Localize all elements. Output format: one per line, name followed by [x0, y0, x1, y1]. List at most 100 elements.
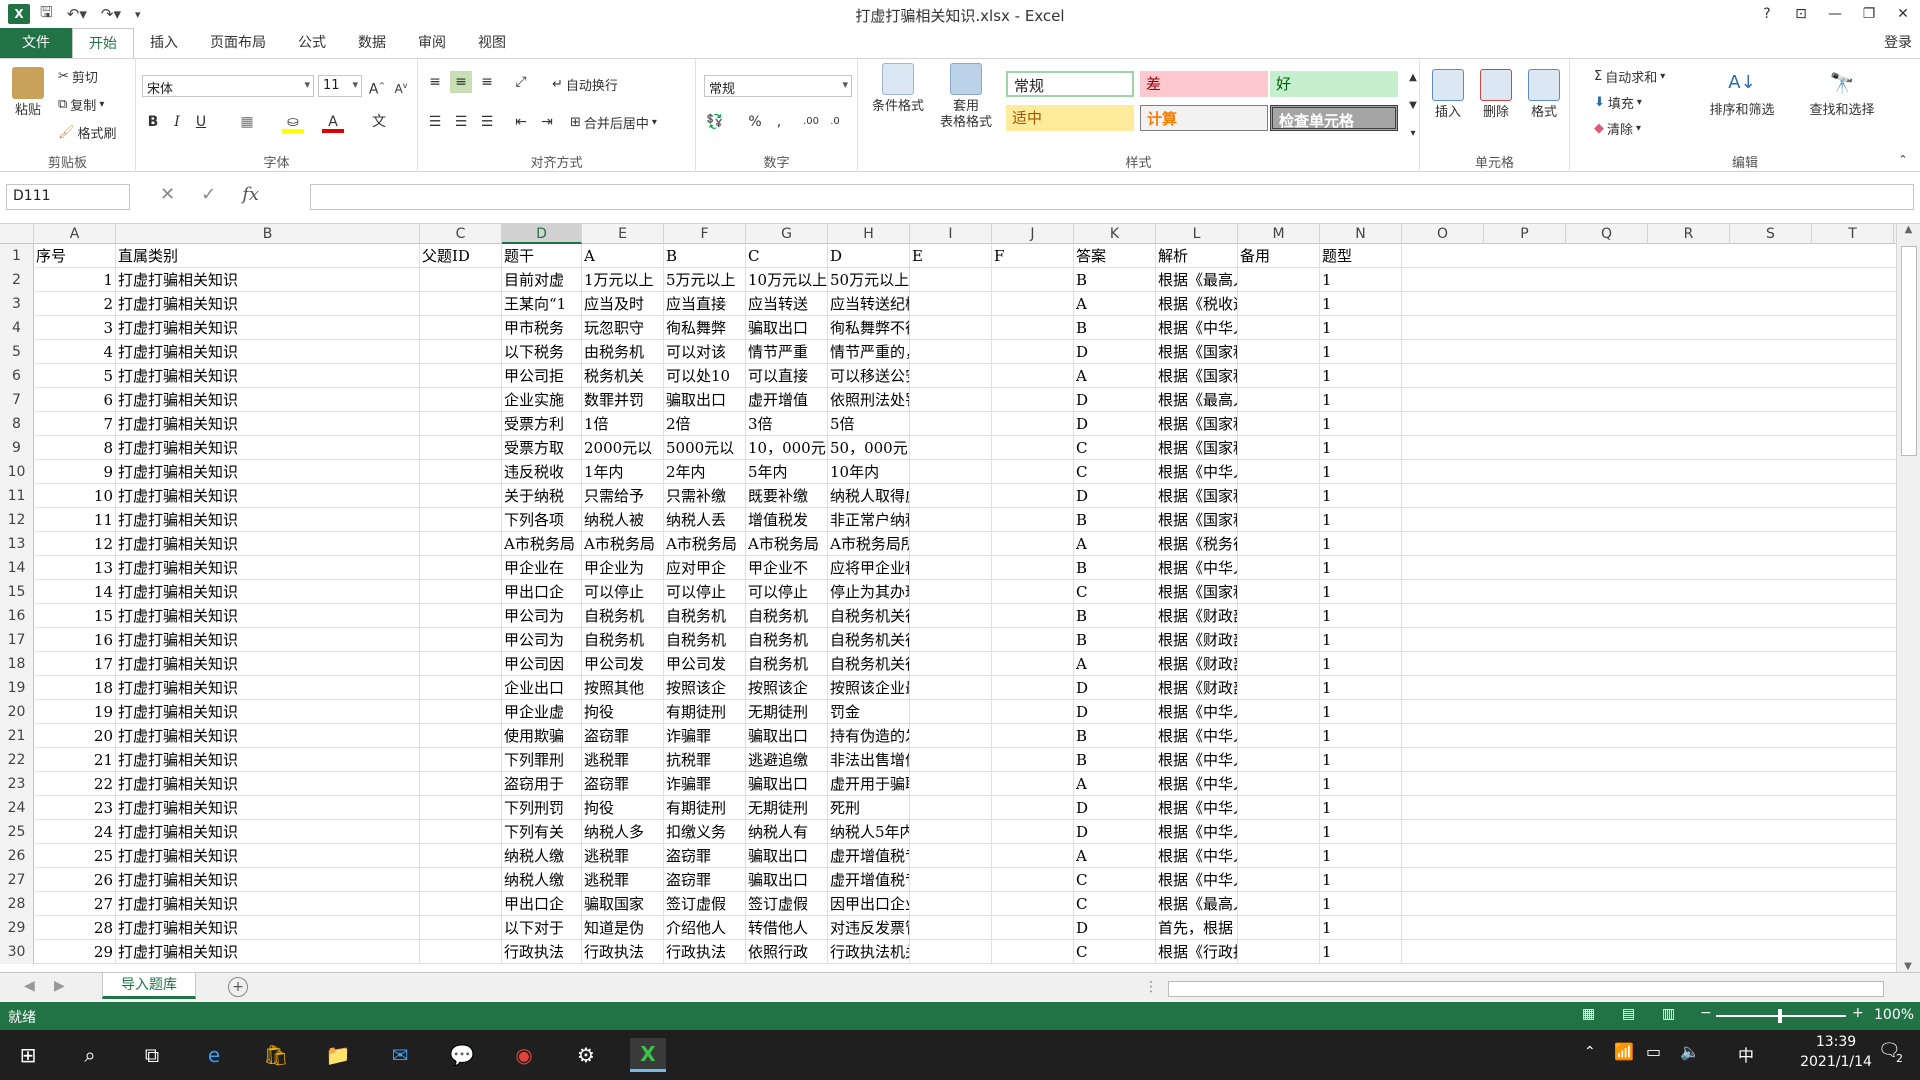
- cell[interactable]: 1万元以上: [582, 268, 664, 292]
- cell[interactable]: [992, 508, 1074, 532]
- cell[interactable]: 打虚打骗相关知识: [116, 628, 420, 652]
- cell[interactable]: [992, 940, 1074, 964]
- tab-data[interactable]: 数据: [342, 28, 402, 58]
- cell[interactable]: 自税务机: [664, 604, 746, 628]
- tab-file[interactable]: 文件: [0, 28, 72, 58]
- row-header[interactable]: 4: [0, 316, 34, 340]
- column-header-i[interactable]: I: [910, 224, 992, 244]
- cell[interactable]: 使用欺骗: [502, 724, 582, 748]
- cell[interactable]: [910, 844, 992, 868]
- fill-button[interactable]: ⬇ 填充 ▾: [1594, 93, 1642, 112]
- cell[interactable]: B: [1074, 316, 1156, 340]
- cell[interactable]: 10万元以上: [746, 268, 828, 292]
- cell[interactable]: 根据《中华人民共和: [1156, 700, 1238, 724]
- cell[interactable]: 可以停止: [582, 580, 664, 604]
- cell[interactable]: 19: [34, 700, 116, 724]
- cell[interactable]: [1238, 412, 1320, 436]
- cell[interactable]: [910, 436, 992, 460]
- cell[interactable]: 依照刑法处罚较重的规定定罪: [828, 388, 910, 412]
- cell[interactable]: 诈骗罪: [664, 772, 746, 796]
- cell[interactable]: 纳税人被: [582, 508, 664, 532]
- cell[interactable]: 18: [34, 676, 116, 700]
- cell[interactable]: [1238, 460, 1320, 484]
- font-size-select[interactable]: 11: [318, 75, 362, 97]
- cell[interactable]: [910, 796, 992, 820]
- cell[interactable]: [420, 340, 502, 364]
- cell[interactable]: 依照行政: [746, 940, 828, 964]
- cell[interactable]: [1238, 436, 1320, 460]
- cell[interactable]: 罚金: [828, 700, 910, 724]
- cell[interactable]: 1: [1320, 340, 1402, 364]
- cell[interactable]: 徇私舞弊不征少征税款罪: [828, 316, 910, 340]
- cell[interactable]: 1: [1320, 820, 1402, 844]
- cell[interactable]: [420, 820, 502, 844]
- cell[interactable]: 纳税人有: [746, 820, 828, 844]
- cell[interactable]: 打虚打骗相关知识: [116, 772, 420, 796]
- cell[interactable]: [420, 940, 502, 964]
- cell[interactable]: [992, 604, 1074, 628]
- cell[interactable]: [992, 436, 1074, 460]
- comma-style-icon[interactable]: ,: [768, 111, 790, 133]
- cell[interactable]: [1238, 652, 1320, 676]
- cell[interactable]: C: [1074, 460, 1156, 484]
- task-view-icon[interactable]: ⧉: [134, 1038, 170, 1072]
- edge-browser-icon[interactable]: e: [196, 1038, 232, 1072]
- cell[interactable]: B: [1074, 724, 1156, 748]
- cell[interactable]: 22: [34, 772, 116, 796]
- cell[interactable]: 根据《中华人民共和: [1156, 772, 1238, 796]
- tab-view[interactable]: 视图: [462, 28, 522, 58]
- zoom-in-icon[interactable]: +: [1852, 1005, 1864, 1021]
- cell[interactable]: 5万元以上: [664, 268, 746, 292]
- cell[interactable]: 1: [1320, 652, 1402, 676]
- column-header-o[interactable]: O: [1402, 224, 1484, 244]
- cell[interactable]: 纳税人缴: [502, 844, 582, 868]
- cell[interactable]: 对违反发票管理规定2次以上或: [828, 916, 910, 940]
- cell[interactable]: 逃税罪: [582, 844, 664, 868]
- cell[interactable]: [910, 676, 992, 700]
- number-format-select[interactable]: 常规: [704, 75, 852, 97]
- merge-center-button[interactable]: ⊞ 合并后居中 ▾: [570, 113, 657, 132]
- cell[interactable]: [992, 724, 1074, 748]
- cell[interactable]: 根据《中华人民共和: [1156, 460, 1238, 484]
- cell[interactable]: 根据《中华人民共和: [1156, 796, 1238, 820]
- cell[interactable]: 应当及时: [582, 292, 664, 316]
- cell[interactable]: 2: [34, 292, 116, 316]
- cell[interactable]: 根据《最高人民法院: [1156, 268, 1238, 292]
- cell[interactable]: 根据《国家税务总局: [1156, 340, 1238, 364]
- cell[interactable]: 税务机关: [582, 364, 664, 388]
- cell[interactable]: 1: [1320, 940, 1402, 964]
- cell[interactable]: 行政执法: [582, 940, 664, 964]
- prev-sheet-icon[interactable]: ◀: [24, 978, 35, 994]
- row-header[interactable]: 16: [0, 604, 34, 628]
- cell[interactable]: [910, 412, 992, 436]
- cell[interactable]: B: [664, 244, 746, 268]
- scroll-down-arrow-icon[interactable]: ▼: [1897, 961, 1919, 972]
- column-header-h[interactable]: H: [828, 224, 910, 244]
- cell[interactable]: [910, 628, 992, 652]
- cell[interactable]: D: [1074, 340, 1156, 364]
- cell[interactable]: 可以停止: [664, 580, 746, 604]
- cell[interactable]: 抗税罪: [664, 748, 746, 772]
- cell[interactable]: 行政执法: [502, 940, 582, 964]
- cell[interactable]: 甲出口企: [502, 580, 582, 604]
- cell[interactable]: 打虚打骗相关知识: [116, 532, 420, 556]
- cell[interactable]: 1: [1320, 676, 1402, 700]
- align-right-icon[interactable]: ☰: [476, 111, 498, 133]
- cell[interactable]: A市税务局所在市政府: [828, 532, 910, 556]
- cell[interactable]: 3倍: [746, 412, 828, 436]
- cell[interactable]: D: [1074, 676, 1156, 700]
- cell[interactable]: 盗窃用于: [502, 772, 582, 796]
- bold-button[interactable]: B: [142, 111, 164, 133]
- cell[interactable]: 1: [34, 268, 116, 292]
- cell[interactable]: B: [1074, 748, 1156, 772]
- cell[interactable]: 5000元以: [664, 436, 746, 460]
- cell[interactable]: [992, 820, 1074, 844]
- cell[interactable]: 打虚打骗相关知识: [116, 388, 420, 412]
- cell[interactable]: 诈骗罪: [664, 724, 746, 748]
- cell[interactable]: 27: [34, 892, 116, 916]
- cell[interactable]: 28: [34, 916, 116, 940]
- row-header[interactable]: 9: [0, 436, 34, 460]
- cell[interactable]: [420, 508, 502, 532]
- mail-icon[interactable]: ✉: [382, 1038, 418, 1072]
- cell[interactable]: [992, 316, 1074, 340]
